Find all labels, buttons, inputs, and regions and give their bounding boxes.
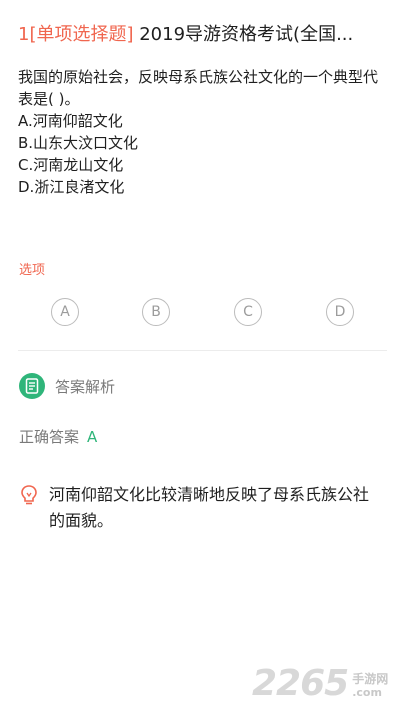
choice-button-d[interactable]: D [326, 298, 354, 326]
lightbulb-icon [19, 484, 39, 506]
document-icon [19, 373, 45, 399]
explanation-block: 河南仰韶文化比较清晰地反映了母系氏族公社的面貌。 [19, 482, 391, 534]
option-text-a: A.河南仰韶文化 [18, 112, 123, 130]
option-text-d: D.浙江良渚文化 [18, 178, 125, 196]
choices-label: 选项 [19, 263, 46, 278]
explanation-text: 河南仰韶文化比较清晰地反映了母系氏族公社的面貌。 [49, 485, 370, 530]
correct-answer-label: 正确答案 [19, 428, 80, 446]
analysis-title: 答案解析 [55, 377, 116, 396]
watermark-domain: .com [352, 686, 382, 699]
option-text-c: C.河南龙山文化 [18, 156, 124, 174]
question-number: 1 [18, 24, 30, 45]
divider [18, 350, 387, 351]
question-stem: 我国的原始社会，反映母系氏族公社文化的一个典型代表是( )。 [18, 68, 379, 108]
choice-button-c[interactable]: C [234, 298, 262, 326]
question-type-tag: [单项选择题] [29, 24, 134, 45]
choice-button-b[interactable]: B [142, 298, 170, 326]
correct-answer-row: 正确答案 A [19, 426, 97, 447]
site-watermark-logo: 2265 手游网 .com [252, 664, 388, 704]
watermark-cn: 手游网 [352, 672, 389, 686]
question-header: 1[单项选择题] 2019导游资格考试(全国... [18, 22, 390, 48]
option-text-b: B.山东大汶口文化 [18, 134, 139, 152]
exam-title: 2019导游资格考试(全国... [139, 24, 354, 45]
watermark-number: 2265 [252, 663, 349, 704]
question-body: 我国的原始社会，反映母系氏族公社文化的一个典型代表是( )。 A.河南仰韶文化 … [18, 66, 390, 198]
watermark-side: 手游网 .com [352, 672, 388, 700]
choice-button-a[interactable]: A [51, 298, 79, 326]
correct-answer-value: A [87, 428, 98, 446]
choice-group: A B C D [51, 298, 357, 328]
analysis-header: 答案解析 [19, 372, 115, 400]
